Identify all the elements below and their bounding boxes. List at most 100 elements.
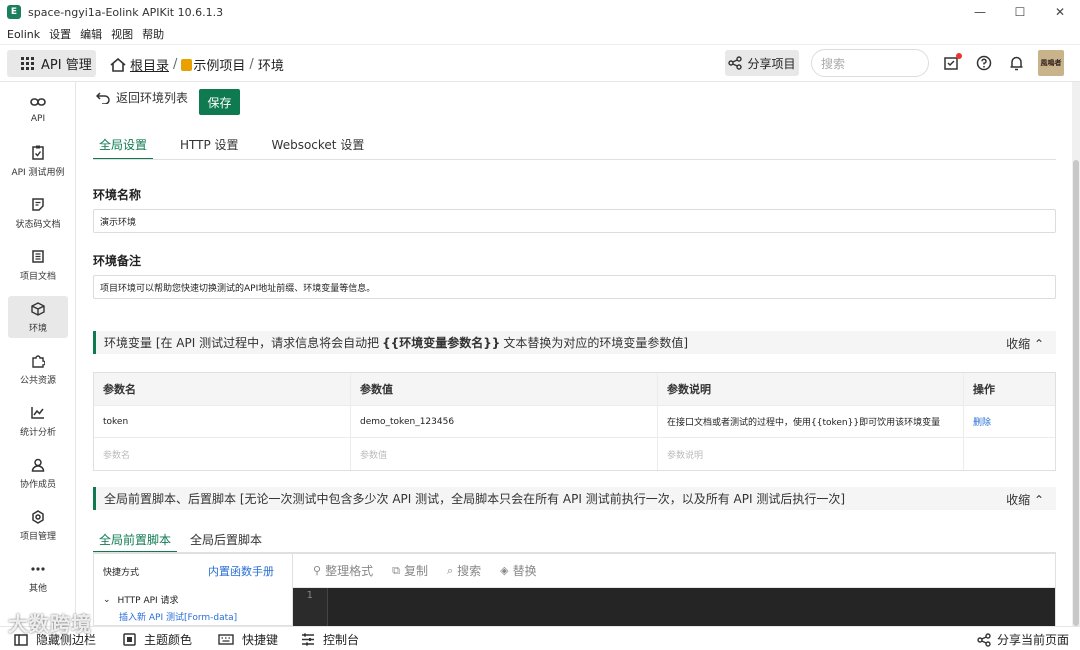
- new-var-desc-input[interactable]: 参数说明: [658, 438, 964, 470]
- chevron-up-icon: ⌃: [1033, 337, 1044, 351]
- env-var-placeholder-syntax: {{环境变量参数名}}: [382, 336, 501, 350]
- script-section-text: 全局前置脚本、后置脚本 [无论一次测试中包含多少次 API 测试，全局脚本只会在…: [104, 492, 846, 506]
- sidebar-item-statistics[interactable]: 统计分析: [8, 400, 68, 442]
- shortcut-title: 快捷方式: [103, 568, 140, 578]
- menu-view[interactable]: 视图: [111, 26, 133, 42]
- menu-help[interactable]: 帮助: [142, 26, 164, 42]
- breadcrumb-current: 环境: [257, 59, 284, 74]
- tab-websocket-settings[interactable]: Websocket 设置: [266, 136, 371, 160]
- save-button[interactable]: 保存: [199, 89, 240, 115]
- search-label: 搜索: [457, 564, 482, 578]
- help-icon[interactable]: [976, 55, 992, 71]
- sidebar-item-project-management[interactable]: 项目管理: [8, 504, 68, 546]
- sidebar-item-test-cases[interactable]: API 测试用例: [8, 140, 68, 182]
- sidebar-item-api[interactable]: API: [8, 88, 68, 130]
- sidebar-item-other[interactable]: 其他: [8, 556, 68, 598]
- sidebar-item-public-resources[interactable]: 公共资源: [8, 348, 68, 390]
- collapse-label: 收缩: [1006, 493, 1031, 507]
- share-project-label: 分享项目: [747, 56, 796, 71]
- console-icon: [301, 633, 315, 646]
- breadcrumb-project[interactable]: 示例项目: [193, 55, 245, 74]
- sidebar-item-project-docs[interactable]: 项目文档: [8, 244, 68, 286]
- top-header: API 管理 根目录 / 示例项目 / 环境 分享项目 搜索 風鳴者: [0, 44, 1080, 82]
- code-editor[interactable]: 1: [293, 588, 1055, 626]
- breadcrumb-separator: /: [249, 57, 254, 72]
- back-to-env-list-button[interactable]: 返回环境列表: [96, 89, 188, 106]
- api-management-button[interactable]: API 管理: [7, 50, 96, 77]
- document-icon: [30, 249, 46, 265]
- scrollbar-thumb[interactable]: [1073, 160, 1079, 626]
- tab-http-settings[interactable]: HTTP 设置: [174, 136, 245, 160]
- new-var-name-input[interactable]: 参数名: [94, 438, 351, 470]
- palette-icon: [123, 633, 136, 646]
- title-bar: E space-ngyi1a-Eolink APIKit 10.6.1.3 — …: [0, 0, 1080, 24]
- replace-button[interactable]: ◈ 替换: [500, 562, 536, 579]
- theme-color-button[interactable]: 主题颜色: [123, 631, 192, 648]
- more-icon: [30, 561, 46, 577]
- copy-icon: ⧉: [392, 563, 400, 577]
- sidebar-item-label: 状态码文档: [15, 219, 61, 230]
- sidebar-item-status-codes[interactable]: 状态码文档: [8, 192, 68, 234]
- copy-button[interactable]: ⧉ 复制: [392, 562, 428, 579]
- column-header-name: 参数名: [94, 373, 351, 405]
- env-name-input[interactable]: 演示环境: [93, 209, 1056, 233]
- wand-icon: ⚲: [313, 564, 322, 577]
- share-page-button[interactable]: 分享当前页面: [977, 631, 1069, 648]
- tab-pre-script[interactable]: 全局前置脚本: [93, 531, 178, 553]
- tab-global-settings[interactable]: 全局设置: [93, 136, 154, 160]
- script-section-header: 全局前置脚本、后置脚本 [无论一次测试中包含多少次 API 测试，全局脚本只会在…: [93, 487, 1056, 510]
- chevron-up-icon: ⌃: [1033, 493, 1044, 507]
- menu-settings[interactable]: 设置: [49, 26, 71, 42]
- minimize-button[interactable]: —: [960, 0, 1000, 24]
- search-icon: ⌕: [446, 563, 454, 577]
- tab-post-script[interactable]: 全局后置脚本: [184, 531, 268, 553]
- console-label: 控制台: [323, 633, 360, 647]
- shortcut-pane: 快捷方式 内置函数手册 ⌄ HTTP API 请求 插入新 API 测试[For…: [94, 554, 293, 626]
- search-input[interactable]: 搜索: [811, 49, 929, 77]
- theme-color-label: 主题颜色: [144, 633, 193, 647]
- search-button[interactable]: ⌕ 搜索: [447, 562, 481, 579]
- maximize-button[interactable]: ☐: [1000, 0, 1040, 24]
- sidebar-item-members[interactable]: 协作成员: [8, 452, 68, 494]
- format-button[interactable]: ⚲ 整理格式: [313, 562, 373, 579]
- sidebar-item-label: 环境: [28, 323, 47, 334]
- task-icon[interactable]: [943, 53, 962, 71]
- members-icon: [30, 457, 46, 473]
- empty-action-cell: [964, 438, 1055, 470]
- bell-icon[interactable]: [1008, 55, 1024, 71]
- gear-icon: [30, 509, 46, 525]
- watermark-label: 大数跨境: [8, 612, 92, 636]
- avatar[interactable]: 風鳴者: [1038, 50, 1064, 76]
- env-note-input[interactable]: 项目环境可以帮助您快速切换测试的API地址前缀、环境变量等信息。: [93, 275, 1056, 299]
- env-var-table: 参数名 参数值 参数说明 操作 token demo_token_123456 …: [93, 372, 1056, 471]
- breadcrumb-root[interactable]: 根目录: [130, 55, 169, 74]
- shortcut-keys-button[interactable]: 快捷键: [218, 631, 278, 648]
- collapse-env-vars-button[interactable]: 收缩 ⌃: [1006, 335, 1044, 352]
- sidebar-item-environment[interactable]: 环境: [8, 296, 68, 338]
- shortcut-group-label: HTTP API 请求: [117, 596, 179, 606]
- close-button[interactable]: ✕: [1040, 0, 1080, 24]
- shortcut-insert-form-data[interactable]: 插入新 API 测试[Form-data]: [119, 610, 237, 623]
- clipboard-check-icon: [30, 145, 46, 161]
- share-project-button[interactable]: 分享项目: [725, 50, 799, 76]
- notification-dot: [956, 53, 962, 59]
- editor-toolbar: ⚲ 整理格式 ⧉ 复制 ⌕ 搜索 ◈ 替换: [293, 554, 1055, 588]
- new-var-value-input[interactable]: 参数值: [351, 438, 658, 470]
- builtin-function-manual-link[interactable]: 内置函数手册: [208, 563, 274, 579]
- console-button[interactable]: 控制台: [301, 631, 359, 648]
- var-desc-cell[interactable]: 在接口文档或者测试的过程中，使用{{token}}即可饮用该环境变量: [658, 406, 964, 437]
- tabs-divider: [93, 159, 1056, 160]
- delete-row-link[interactable]: 删除: [964, 406, 1055, 437]
- sidebar-item-label: 公共资源: [19, 375, 56, 386]
- var-value-cell[interactable]: demo_token_123456: [351, 406, 658, 437]
- menu-edit[interactable]: 编辑: [80, 26, 102, 42]
- column-header-desc: 参数说明: [658, 373, 964, 405]
- main-scrollbar[interactable]: [1072, 82, 1080, 626]
- collapse-scripts-button[interactable]: 收缩 ⌃: [1006, 491, 1044, 508]
- api-management-label: API 管理: [41, 58, 92, 73]
- sidebar-item-label: 统计分析: [19, 427, 56, 438]
- menu-eolink[interactable]: Eolink: [7, 28, 40, 41]
- shortcut-group-http[interactable]: ⌄ HTTP API 请求: [103, 593, 179, 607]
- var-name-cell[interactable]: token: [94, 406, 351, 437]
- puzzle-icon: [30, 353, 46, 369]
